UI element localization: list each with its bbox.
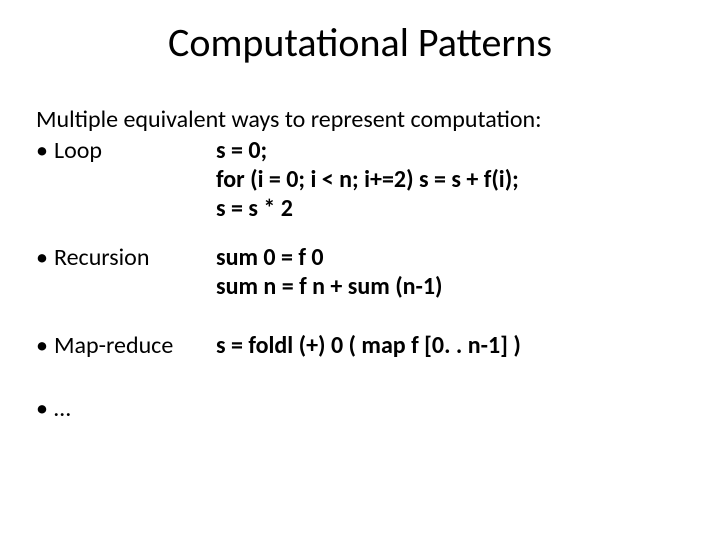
code-line: s = 0;	[216, 136, 684, 165]
label-text: Loop	[54, 136, 102, 165]
intro-text: Multiple equivalent ways to represent co…	[36, 105, 684, 134]
bullet-loop: •Loop s = 0; for (i = 0; i < n; i+=2) s …	[36, 136, 684, 223]
bullet-label-ellipsis: •…	[36, 394, 216, 423]
code-line: for (i = 0; i < n; i+=2) s = s + f(i);	[216, 165, 684, 194]
label-text: Recursion	[54, 243, 149, 272]
code-line: s = foldl (+) 0 ( map f [0. . n-1] )	[216, 331, 684, 360]
bullet-recursion: •Recursion sum 0 = f 0 sum n = f n + sum…	[36, 243, 684, 301]
code-line: s = s * 2	[216, 194, 684, 223]
bullet-icon: •	[36, 243, 54, 272]
code-recursion: sum 0 = f 0 sum n = f n + sum (n-1)	[216, 243, 684, 301]
bullet-mapreduce: •Map-reduce s = foldl (+) 0 ( map f [0. …	[36, 331, 684, 360]
slide: Computational Patterns Multiple equivale…	[0, 0, 720, 540]
bullet-label-loop: •Loop	[36, 136, 216, 165]
code-loop: s = 0; for (i = 0; i < n; i+=2) s = s + …	[216, 136, 684, 223]
bullet-icon: •	[36, 394, 54, 423]
code-line: sum 0 = f 0	[216, 243, 684, 272]
bullet-label-mapreduce: •Map-reduce	[36, 331, 216, 360]
bullet-label-recursion: •Recursion	[36, 243, 216, 272]
bullet-ellipsis: •…	[36, 394, 684, 423]
code-mapreduce: s = foldl (+) 0 ( map f [0. . n-1] )	[216, 331, 684, 360]
label-text: Map-reduce	[54, 331, 173, 360]
code-line: sum n = f n + sum (n-1)	[216, 272, 684, 301]
bullet-icon: •	[36, 331, 54, 360]
bullet-icon: •	[36, 136, 54, 165]
slide-title: Computational Patterns	[36, 18, 684, 67]
label-text: …	[54, 394, 71, 423]
